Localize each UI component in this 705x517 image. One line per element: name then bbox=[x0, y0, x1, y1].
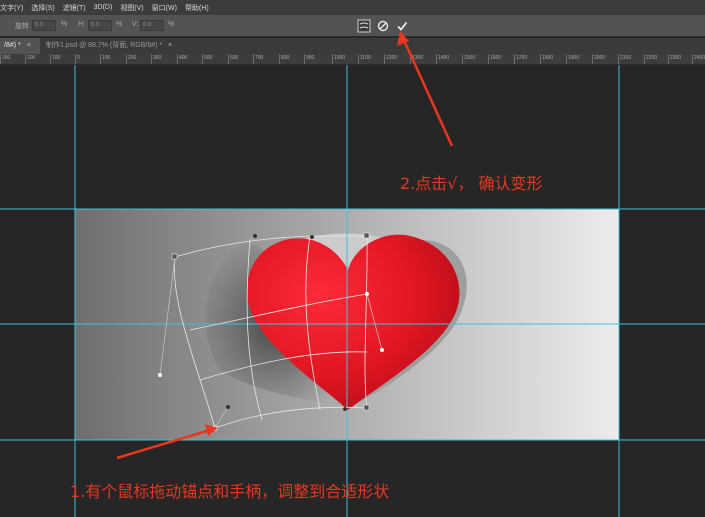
annotation-step2: 2.点击√， 确认变形 bbox=[400, 174, 543, 193]
annotation-arrow-anchor bbox=[116, 424, 218, 460]
canvas-overlay bbox=[0, 31, 705, 517]
annotation-arrow-commit bbox=[397, 31, 454, 147]
annotation-step1: 1.有个鼠标拖动锚点和手柄，调整到合适形状 bbox=[70, 482, 390, 501]
